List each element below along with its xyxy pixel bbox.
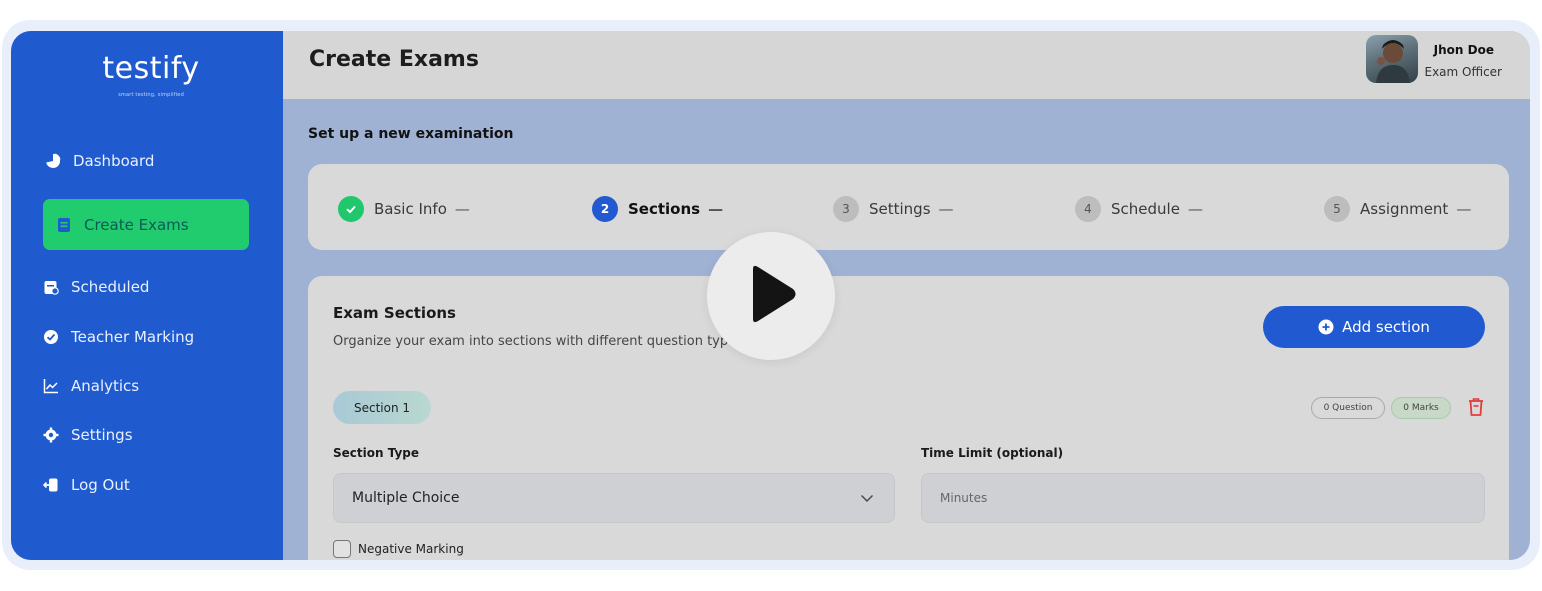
- add-section-button[interactable]: Add section: [1263, 306, 1485, 348]
- sidebar-item-analytics[interactable]: Analytics: [11, 368, 139, 404]
- logo-tagline: smart testing, simplified: [118, 92, 184, 98]
- sidebar-item-log-out[interactable]: Log Out: [11, 467, 130, 503]
- step-separator: —: [938, 200, 954, 218]
- play-button[interactable]: [707, 232, 835, 360]
- stepper: Basic Info — 2 Sections — 3 Settings — 4…: [308, 164, 1509, 250]
- document-icon: [56, 217, 72, 233]
- step-number: 4: [1075, 196, 1101, 222]
- step-number: 2: [592, 196, 618, 222]
- avatar[interactable]: [1366, 35, 1418, 83]
- sidebar-item-settings[interactable]: Settings: [11, 417, 133, 453]
- step-label: Basic Info: [374, 200, 447, 218]
- sidebar-item-dashboard[interactable]: Dashboard: [11, 143, 154, 179]
- add-section-label: Add section: [1342, 318, 1430, 336]
- sidebar-item-label: Dashboard: [73, 152, 155, 170]
- sidebar-item-label: Settings: [71, 426, 133, 444]
- step-separator: —: [1456, 200, 1472, 218]
- sidebar-item-label: Create Exams: [84, 215, 189, 234]
- check-icon: [338, 196, 364, 222]
- time-limit-placeholder: Minutes: [940, 491, 988, 505]
- sidebar-item-teacher-marking[interactable]: Teacher Marking: [11, 319, 194, 355]
- chart-line-icon: [43, 378, 59, 394]
- calendar-icon: [43, 279, 59, 295]
- exam-sections-card: Exam Sections Organize your exam into se…: [308, 276, 1509, 560]
- user-role: Exam Officer: [1424, 65, 1502, 79]
- step-label: Sections: [628, 200, 701, 218]
- negative-marking-option[interactable]: Negative Marking: [333, 540, 464, 558]
- page-title: Create Exams: [309, 47, 479, 72]
- section-type-select[interactable]: Multiple Choice: [333, 473, 895, 523]
- logo-text: testify: [102, 51, 200, 86]
- chevron-down-icon: [860, 491, 874, 505]
- check-circle-icon: [43, 329, 59, 345]
- step-separator: —: [1187, 200, 1203, 218]
- main-content: Set up a new examination Basic Info — 2 …: [283, 99, 1530, 560]
- time-limit-input[interactable]: Minutes: [921, 473, 1485, 523]
- pie-chart-icon: [45, 153, 61, 169]
- step-sections[interactable]: 2 Sections —: [592, 196, 723, 222]
- step-separator: —: [454, 200, 470, 218]
- sidebar-item-label: Log Out: [71, 476, 130, 494]
- step-settings[interactable]: 3 Settings —: [833, 196, 954, 222]
- negative-marking-label: Negative Marking: [358, 542, 464, 556]
- user-name: Jhon Doe: [1433, 43, 1494, 57]
- sidebar-item-label: Teacher Marking: [71, 328, 195, 346]
- sidebar-item-label: Analytics: [71, 377, 140, 395]
- section-type-value: Multiple Choice: [352, 490, 460, 506]
- marks-badge: 0 Marks: [1391, 397, 1451, 419]
- section-tab[interactable]: Section 1: [333, 391, 431, 424]
- card-title: Exam Sections: [333, 304, 456, 322]
- step-schedule[interactable]: 4 Schedule —: [1075, 196, 1203, 222]
- plus-circle-icon: [1318, 319, 1334, 335]
- step-assignment[interactable]: 5 Assignment —: [1324, 196, 1471, 222]
- step-label: Settings: [869, 200, 931, 218]
- step-label: Schedule: [1111, 200, 1180, 218]
- negative-marking-checkbox[interactable]: [333, 540, 351, 558]
- card-description: Organize your exam into sections with di…: [333, 334, 743, 349]
- sidebar-item-create-exams[interactable]: Create Exams: [43, 199, 249, 250]
- step-label: Assignment: [1360, 200, 1449, 218]
- logo: testify smart testing, simplified: [91, 51, 211, 98]
- time-limit-label: Time Limit (optional): [921, 446, 1064, 460]
- question-count-badge: 0 Question: [1311, 397, 1385, 419]
- sidebar: testify smart testing, simplified Dashbo…: [11, 31, 283, 560]
- step-number: 3: [833, 196, 859, 222]
- sidebar-item-scheduled[interactable]: Scheduled: [11, 269, 149, 305]
- section-type-label: Section Type: [333, 446, 420, 460]
- step-basic-info[interactable]: Basic Info —: [338, 196, 470, 222]
- page-subtitle: Set up a new examination: [308, 126, 514, 142]
- step-separator: —: [708, 200, 724, 218]
- sidebar-item-label: Scheduled: [71, 278, 150, 296]
- step-number: 5: [1324, 196, 1350, 222]
- top-bar: Create Exams Jhon Doe Exam Officer: [283, 31, 1530, 99]
- play-icon: [743, 263, 799, 329]
- trash-icon[interactable]: [1467, 397, 1485, 417]
- logout-icon: [43, 477, 59, 493]
- gear-icon: [43, 427, 59, 443]
